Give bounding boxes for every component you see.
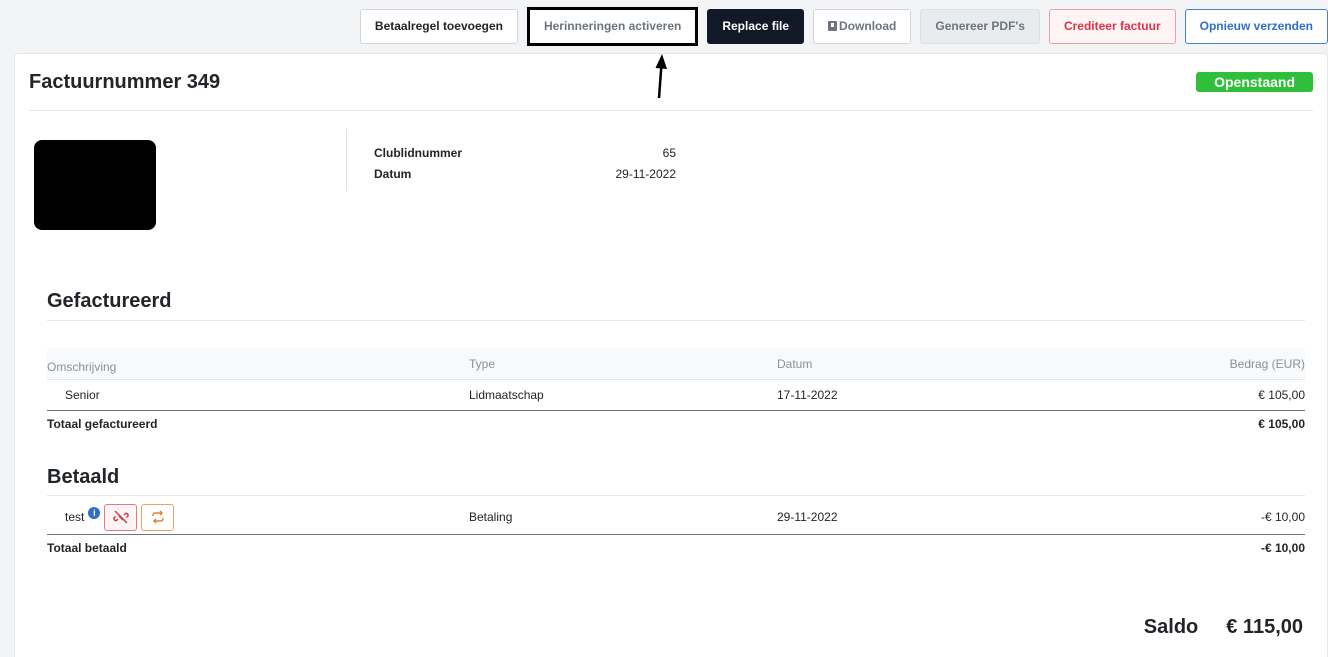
- unlink-icon: [113, 510, 129, 524]
- add-payment-line-button[interactable]: Betaalregel toevoegen: [359, 8, 518, 44]
- cell-date: 17-11-2022: [777, 388, 838, 402]
- cell-description: test i: [47, 503, 469, 531]
- paid-total-row: Totaal betaald -€ 10,00: [47, 535, 1305, 561]
- cell-amount: € 105,00: [1258, 388, 1305, 402]
- table-row: test i Betaling 29-11-2022 -€ 10,00: [47, 500, 1305, 535]
- credit-invoice-button[interactable]: Crediteer factuur: [1048, 8, 1176, 44]
- total-value: € 105,00: [1258, 417, 1305, 431]
- download-icon: [828, 21, 838, 31]
- column-header-type: Type: [469, 356, 496, 371]
- repeat-icon: [152, 510, 164, 524]
- club-logo: [34, 140, 156, 230]
- resend-button[interactable]: Opnieuw verzenden: [1184, 8, 1328, 44]
- payment-description: test: [65, 510, 85, 524]
- invoice-header: Factuurnummer 349 Openstaand: [29, 54, 1313, 111]
- paid-table: test i Betaling 29-11-2022 -€ 10,00 Tota…: [47, 500, 1305, 561]
- action-toolbar: Betaalregel toevoegen Herinneringen acti…: [359, 6, 1328, 46]
- cell-amount: -€ 10,00: [1260, 510, 1305, 524]
- activate-reminders-button[interactable]: Herinneringen activeren: [526, 6, 699, 46]
- divider: [47, 320, 1305, 321]
- repeat-payment-button[interactable]: [141, 503, 175, 531]
- download-button[interactable]: Download: [813, 8, 912, 44]
- meta-label: Clublidnummer: [374, 146, 463, 160]
- cell-type: Betaling: [469, 510, 513, 524]
- billed-section-title: Gefactureerd: [47, 290, 172, 312]
- total-label: Totaal betaald: [47, 541, 127, 555]
- cell-type: Lidmaatschap: [469, 388, 544, 402]
- info-icon[interactable]: i: [88, 507, 101, 519]
- download-label: Download: [839, 19, 897, 33]
- total-label: Totaal gefactureerd: [47, 417, 158, 431]
- paid-section-title: Betaald: [47, 466, 120, 488]
- generate-pdfs-button[interactable]: Genereer PDF's: [920, 8, 1040, 44]
- meta-row-member-number: Clublidnummer 65: [374, 143, 676, 164]
- balance-summary: Saldo € 115,00: [1144, 616, 1303, 639]
- status-badge: Openstaand: [1196, 72, 1313, 92]
- total-value: -€ 10,00: [1260, 541, 1305, 555]
- balance-value: € 115,00: [1226, 616, 1303, 638]
- invoice-meta: Clublidnummer 65 Datum 29-11-2022: [346, 129, 676, 191]
- cell-description: Senior: [65, 388, 100, 402]
- column-header-description: Omschrijving: [47, 359, 117, 374]
- replace-file-button[interactable]: Replace file: [707, 8, 805, 44]
- column-header-amount: Bedrag (EUR): [1229, 356, 1305, 371]
- table-header: Omschrijving Type Datum Bedrag (EUR): [47, 348, 1305, 380]
- meta-value: 65: [662, 146, 676, 160]
- billed-table: Omschrijving Type Datum Bedrag (EUR) Sen…: [47, 348, 1305, 437]
- annotation-arrow-icon: [655, 54, 667, 99]
- divider: [47, 495, 1305, 496]
- column-header-date: Datum: [777, 356, 813, 371]
- meta-value: 29-11-2022: [615, 167, 677, 181]
- meta-row-date: Datum 29-11-2022: [374, 164, 676, 185]
- meta-label: Datum: [374, 167, 412, 181]
- unlink-payment-button[interactable]: [104, 503, 138, 531]
- cell-date: 29-11-2022: [777, 510, 838, 524]
- page-title: Factuurnummer 349: [29, 70, 221, 93]
- invoice-card: Factuurnummer 349 Openstaand Clublidnumm…: [14, 53, 1328, 657]
- balance-label: Saldo: [1143, 616, 1199, 638]
- billed-total-row: Totaal gefactureerd € 105,00: [47, 411, 1305, 437]
- table-row: Senior Lidmaatschap 17-11-2022 € 105,00: [47, 380, 1305, 411]
